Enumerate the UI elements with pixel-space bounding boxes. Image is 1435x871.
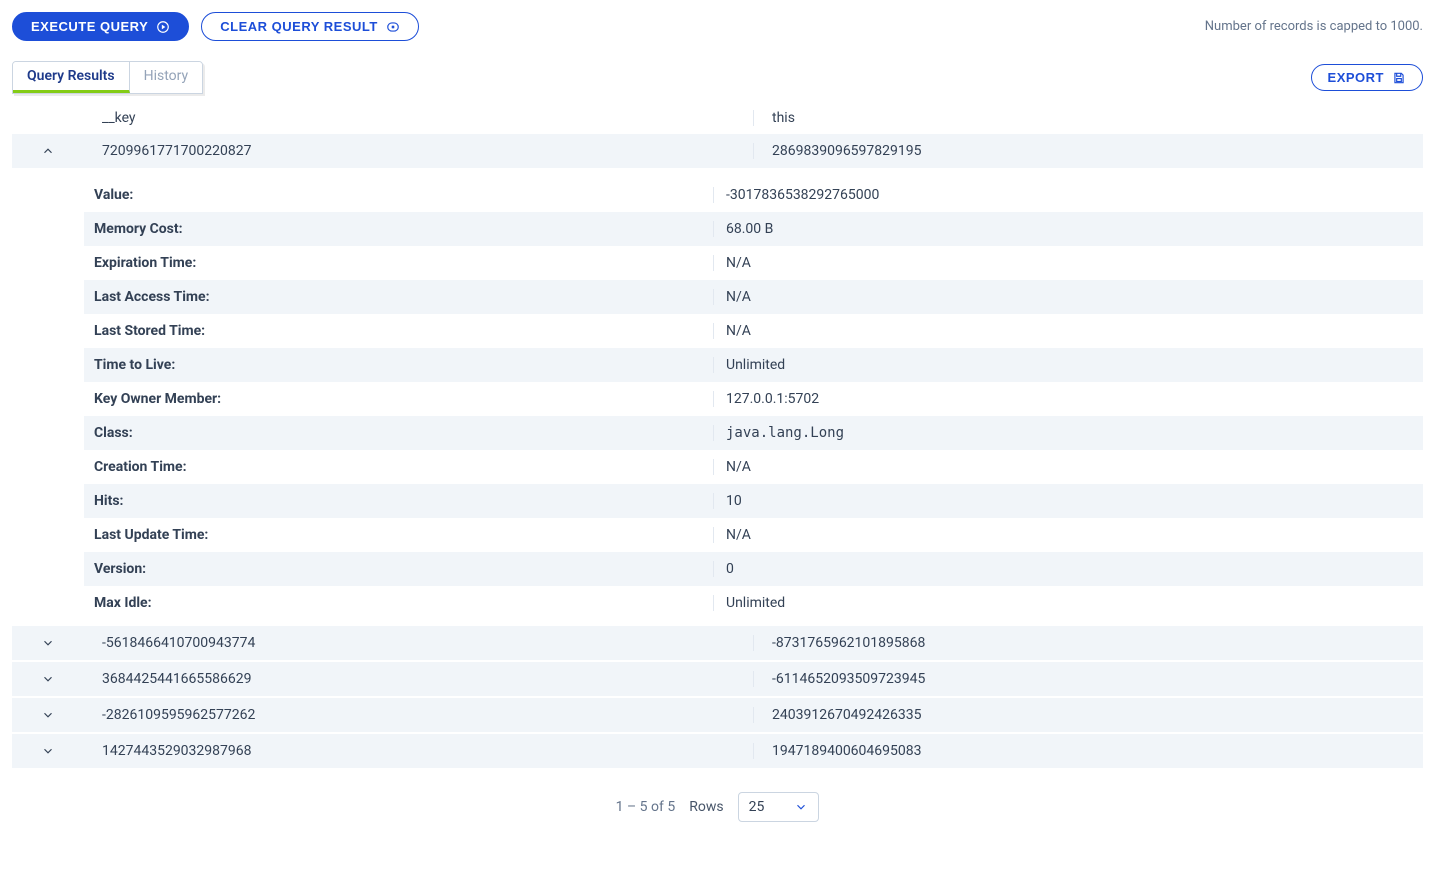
detail-value: 68.00 B xyxy=(714,221,1423,237)
rows-per-page-select[interactable]: 25 xyxy=(738,792,820,822)
cell-this: 1947189400604695083 xyxy=(754,743,1423,759)
detail-value: 10 xyxy=(714,493,1423,509)
clear-query-result-button[interactable]: CLEAR QUERY RESULT xyxy=(201,12,419,41)
detail-label: Class: xyxy=(94,425,714,441)
detail-label: Last Stored Time: xyxy=(94,323,714,339)
detail-label: Version: xyxy=(94,561,714,577)
detail-value: java.lang.Long xyxy=(714,425,1423,441)
cell-this: 2403912670492426335 xyxy=(754,707,1423,723)
detail-row-hits: Hits:10 xyxy=(84,484,1423,518)
row-expander[interactable] xyxy=(12,672,84,686)
chevron-up-icon xyxy=(41,144,55,158)
chevron-down-icon xyxy=(794,800,808,814)
rows-per-page-value: 25 xyxy=(749,799,765,815)
tab-query-results[interactable]: Query Results xyxy=(13,62,130,93)
chevron-down-icon xyxy=(41,672,55,686)
chevron-down-icon xyxy=(41,708,55,722)
detail-label: Memory Cost: xyxy=(94,221,714,237)
detail-row-key-owner-member: Key Owner Member:127.0.0.1:5702 xyxy=(84,382,1423,416)
cell-key: 1427443529032987968 xyxy=(84,743,754,759)
detail-value: N/A xyxy=(714,459,1423,475)
detail-value: N/A xyxy=(714,255,1423,271)
detail-row-value: Value:-3017836538292765000 xyxy=(84,178,1423,212)
result-tabs: Query Results History xyxy=(12,61,203,94)
detail-value: N/A xyxy=(714,527,1423,543)
detail-label: Hits: xyxy=(94,493,714,509)
records-cap-text: Number of records is capped to 1000. xyxy=(1205,19,1423,34)
cell-this: -6114652093509723945 xyxy=(754,671,1423,687)
execute-query-label: EXECUTE QUERY xyxy=(31,19,148,34)
detail-row-time-to-live: Time to Live:Unlimited xyxy=(84,348,1423,382)
detail-value: Unlimited xyxy=(714,595,1423,611)
table-row: 7209961771700220827 2869839096597829195 xyxy=(12,134,1423,168)
detail-row-last-update-time: Last Update Time:N/A xyxy=(84,518,1423,552)
table-footer: 1 – 5 of 5 Rows 25 xyxy=(12,784,1423,830)
detail-row-creation-time: Creation Time:N/A xyxy=(84,450,1423,484)
table-header-row: __key this xyxy=(12,102,1423,134)
detail-row-memory-cost: Memory Cost:68.00 B xyxy=(84,212,1423,246)
detail-value: -3017836538292765000 xyxy=(714,187,1423,203)
export-label: EXPORT xyxy=(1328,70,1384,85)
top-buttons: EXECUTE QUERY CLEAR QUERY RESULT xyxy=(12,12,419,41)
row-details: Value:-3017836538292765000 Memory Cost:6… xyxy=(84,178,1423,620)
clear-circle-icon xyxy=(386,20,400,34)
detail-row-class: Class:java.lang.Long xyxy=(84,416,1423,450)
top-bar: EXECUTE QUERY CLEAR QUERY RESULT Number … xyxy=(12,12,1423,41)
detail-row-max-idle: Max Idle:Unlimited xyxy=(84,586,1423,620)
detail-label: Expiration Time: xyxy=(94,255,714,271)
cell-this: -8731765962101895868 xyxy=(754,635,1423,651)
table-row: -5618466410700943774 -873176596210189586… xyxy=(12,626,1423,660)
rows-per-page-label: Rows xyxy=(689,799,723,815)
cell-key: -5618466410700943774 xyxy=(84,635,754,651)
column-header-this[interactable]: this xyxy=(754,110,1423,126)
detail-value: N/A xyxy=(714,323,1423,339)
chevron-down-icon xyxy=(41,744,55,758)
detail-label: Last Update Time: xyxy=(94,527,714,543)
row-expander[interactable] xyxy=(12,744,84,758)
table-row: 1427443529032987968 1947189400604695083 xyxy=(12,734,1423,768)
mid-row: Query Results History EXPORT xyxy=(12,61,1423,94)
cell-key: 7209961771700220827 xyxy=(84,143,754,159)
clear-query-result-label: CLEAR QUERY RESULT xyxy=(220,19,378,34)
play-circle-icon xyxy=(156,20,170,34)
detail-row-expiration-time: Expiration Time:N/A xyxy=(84,246,1423,280)
row-expander[interactable] xyxy=(12,636,84,650)
cell-key: 3684425441665586629 xyxy=(84,671,754,687)
detail-value: 0 xyxy=(714,561,1423,577)
detail-label: Max Idle: xyxy=(94,595,714,611)
row-expander[interactable] xyxy=(12,708,84,722)
row-expander[interactable] xyxy=(12,144,84,158)
detail-label: Creation Time: xyxy=(94,459,714,475)
detail-value: N/A xyxy=(714,289,1423,305)
table-row: -2826109595962577262 2403912670492426335 xyxy=(12,698,1423,732)
detail-label: Last Access Time: xyxy=(94,289,714,305)
detail-row-last-access-time: Last Access Time:N/A xyxy=(84,280,1423,314)
detail-label: Key Owner Member: xyxy=(94,391,714,407)
save-icon xyxy=(1392,71,1406,85)
detail-row-version: Version:0 xyxy=(84,552,1423,586)
cell-this: 2869839096597829195 xyxy=(754,143,1423,159)
results-table: __key this 7209961771700220827 286983909… xyxy=(12,102,1423,768)
pagination-range: 1 – 5 of 5 xyxy=(616,799,676,815)
export-button[interactable]: EXPORT xyxy=(1311,64,1423,91)
chevron-down-icon xyxy=(41,636,55,650)
tab-history[interactable]: History xyxy=(130,62,203,93)
detail-value: 127.0.0.1:5702 xyxy=(714,391,1423,407)
detail-value: Unlimited xyxy=(714,357,1423,373)
column-header-key[interactable]: __key xyxy=(84,110,754,126)
table-row: 3684425441665586629 -6114652093509723945 xyxy=(12,662,1423,696)
cell-key: -2826109595962577262 xyxy=(84,707,754,723)
detail-row-last-stored-time: Last Stored Time:N/A xyxy=(84,314,1423,348)
detail-label: Value: xyxy=(94,187,714,203)
detail-label: Time to Live: xyxy=(94,357,714,373)
execute-query-button[interactable]: EXECUTE QUERY xyxy=(12,12,189,41)
